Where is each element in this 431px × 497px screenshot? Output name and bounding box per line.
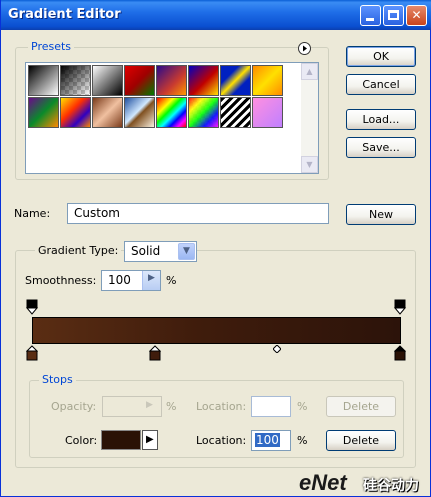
minimize-icon: [366, 18, 374, 21]
close-button[interactable]: ✕: [406, 5, 427, 26]
preset-swatch[interactable]: [220, 65, 251, 96]
location-input-color[interactable]: 100: [251, 430, 291, 451]
load-button[interactable]: Load...: [346, 109, 416, 130]
new-button[interactable]: New: [346, 204, 416, 225]
delete-color-stop-button[interactable]: Delete: [326, 430, 396, 451]
opacity-stop-end[interactable]: [394, 299, 406, 315]
close-icon: ✕: [411, 8, 422, 22]
preset-swatch[interactable]: [252, 65, 283, 96]
preset-swatch[interactable]: [60, 65, 91, 96]
smoothness-percent: %: [166, 274, 177, 287]
gradient-type-select[interactable]: Solid ▼: [124, 241, 197, 262]
location-label-color: Location:: [196, 434, 247, 447]
color-stop-end-selected[interactable]: [394, 345, 406, 361]
preset-swatch[interactable]: [124, 97, 155, 128]
title-bar[interactable]: Gradient Editor ✕: [1, 0, 431, 30]
name-label: Name:: [14, 207, 51, 220]
gradient-preview-bar[interactable]: [32, 317, 401, 344]
preset-swatch[interactable]: [92, 65, 123, 96]
opacity-stop-start[interactable]: [26, 299, 38, 315]
preset-swatch[interactable]: [124, 65, 155, 96]
location-percent-color: %: [297, 434, 308, 447]
arrow-right-icon: ▶: [146, 434, 154, 445]
color-label: Color:: [65, 434, 98, 447]
watermark-logo: eNet 硅谷动力: [299, 470, 431, 496]
smoothness-arrow-button[interactable]: ▶: [142, 271, 160, 290]
preset-swatch[interactable]: [156, 97, 187, 128]
circle-arrow-icon: [303, 45, 307, 52]
preset-swatch[interactable]: [28, 65, 59, 96]
presets-label: Presets: [28, 40, 75, 53]
preset-swatch[interactable]: [188, 97, 219, 128]
stop-color-menu-button[interactable]: ▶: [142, 430, 158, 450]
save-button[interactable]: Save...: [346, 137, 416, 158]
opacity-label: Opacity:: [51, 400, 97, 413]
preset-swatch[interactable]: [252, 97, 283, 128]
presets-menu-button[interactable]: [298, 42, 311, 55]
location-value-selected: 100: [255, 433, 280, 447]
chevron-down-icon[interactable]: ▼: [178, 243, 195, 260]
scroll-up-icon[interactable]: ▲: [301, 63, 318, 80]
preset-swatch[interactable]: [220, 97, 251, 128]
preset-swatch[interactable]: [156, 65, 187, 96]
preset-swatch[interactable]: [188, 65, 219, 96]
color-stop-start[interactable]: [26, 345, 38, 361]
preset-swatch[interactable]: [28, 97, 59, 128]
location-percent-opacity: %: [297, 400, 308, 413]
location-input-opacity[interactable]: [251, 396, 291, 417]
stop-color-swatch[interactable]: [101, 430, 141, 450]
maximize-icon: [388, 10, 399, 20]
preset-swatch[interactable]: [92, 97, 123, 128]
opacity-percent: %: [166, 400, 177, 413]
midpoint-diamond[interactable]: [273, 345, 281, 353]
watermark-sub: 硅谷动力: [363, 478, 419, 494]
opacity-input[interactable]: [102, 396, 162, 417]
minimize-button[interactable]: [360, 5, 381, 26]
delete-opacity-stop-button[interactable]: Delete: [326, 396, 396, 417]
preset-swatch[interactable]: [60, 97, 91, 128]
scroll-down-icon[interactable]: ▼: [301, 156, 318, 173]
stops-label: Stops: [39, 373, 76, 386]
color-stop-mid[interactable]: [149, 345, 161, 361]
presets-scrollbar[interactable]: ▲ ▼: [301, 63, 318, 173]
ok-button[interactable]: OK: [346, 46, 416, 67]
smoothness-label: Smoothness:: [25, 274, 97, 287]
opacity-arrow-icon: ▶: [146, 400, 153, 410]
location-label-opacity: Location:: [196, 400, 247, 413]
gradient-type-label: Gradient Type:: [35, 244, 122, 257]
window-title: Gradient Editor: [8, 7, 121, 22]
gradient-editor-window: Gradient Editor ✕ Presets ▲ ▼ OK Cancel …: [0, 0, 431, 497]
watermark-text: eNet: [299, 470, 347, 495]
presets-list[interactable]: [25, 62, 319, 174]
maximize-button[interactable]: [383, 5, 404, 26]
name-input[interactable]: Custom: [67, 203, 329, 224]
cancel-button[interactable]: Cancel: [346, 74, 416, 95]
arrow-right-icon: ▶: [148, 273, 155, 283]
gradient-type-value: Solid: [131, 244, 161, 258]
